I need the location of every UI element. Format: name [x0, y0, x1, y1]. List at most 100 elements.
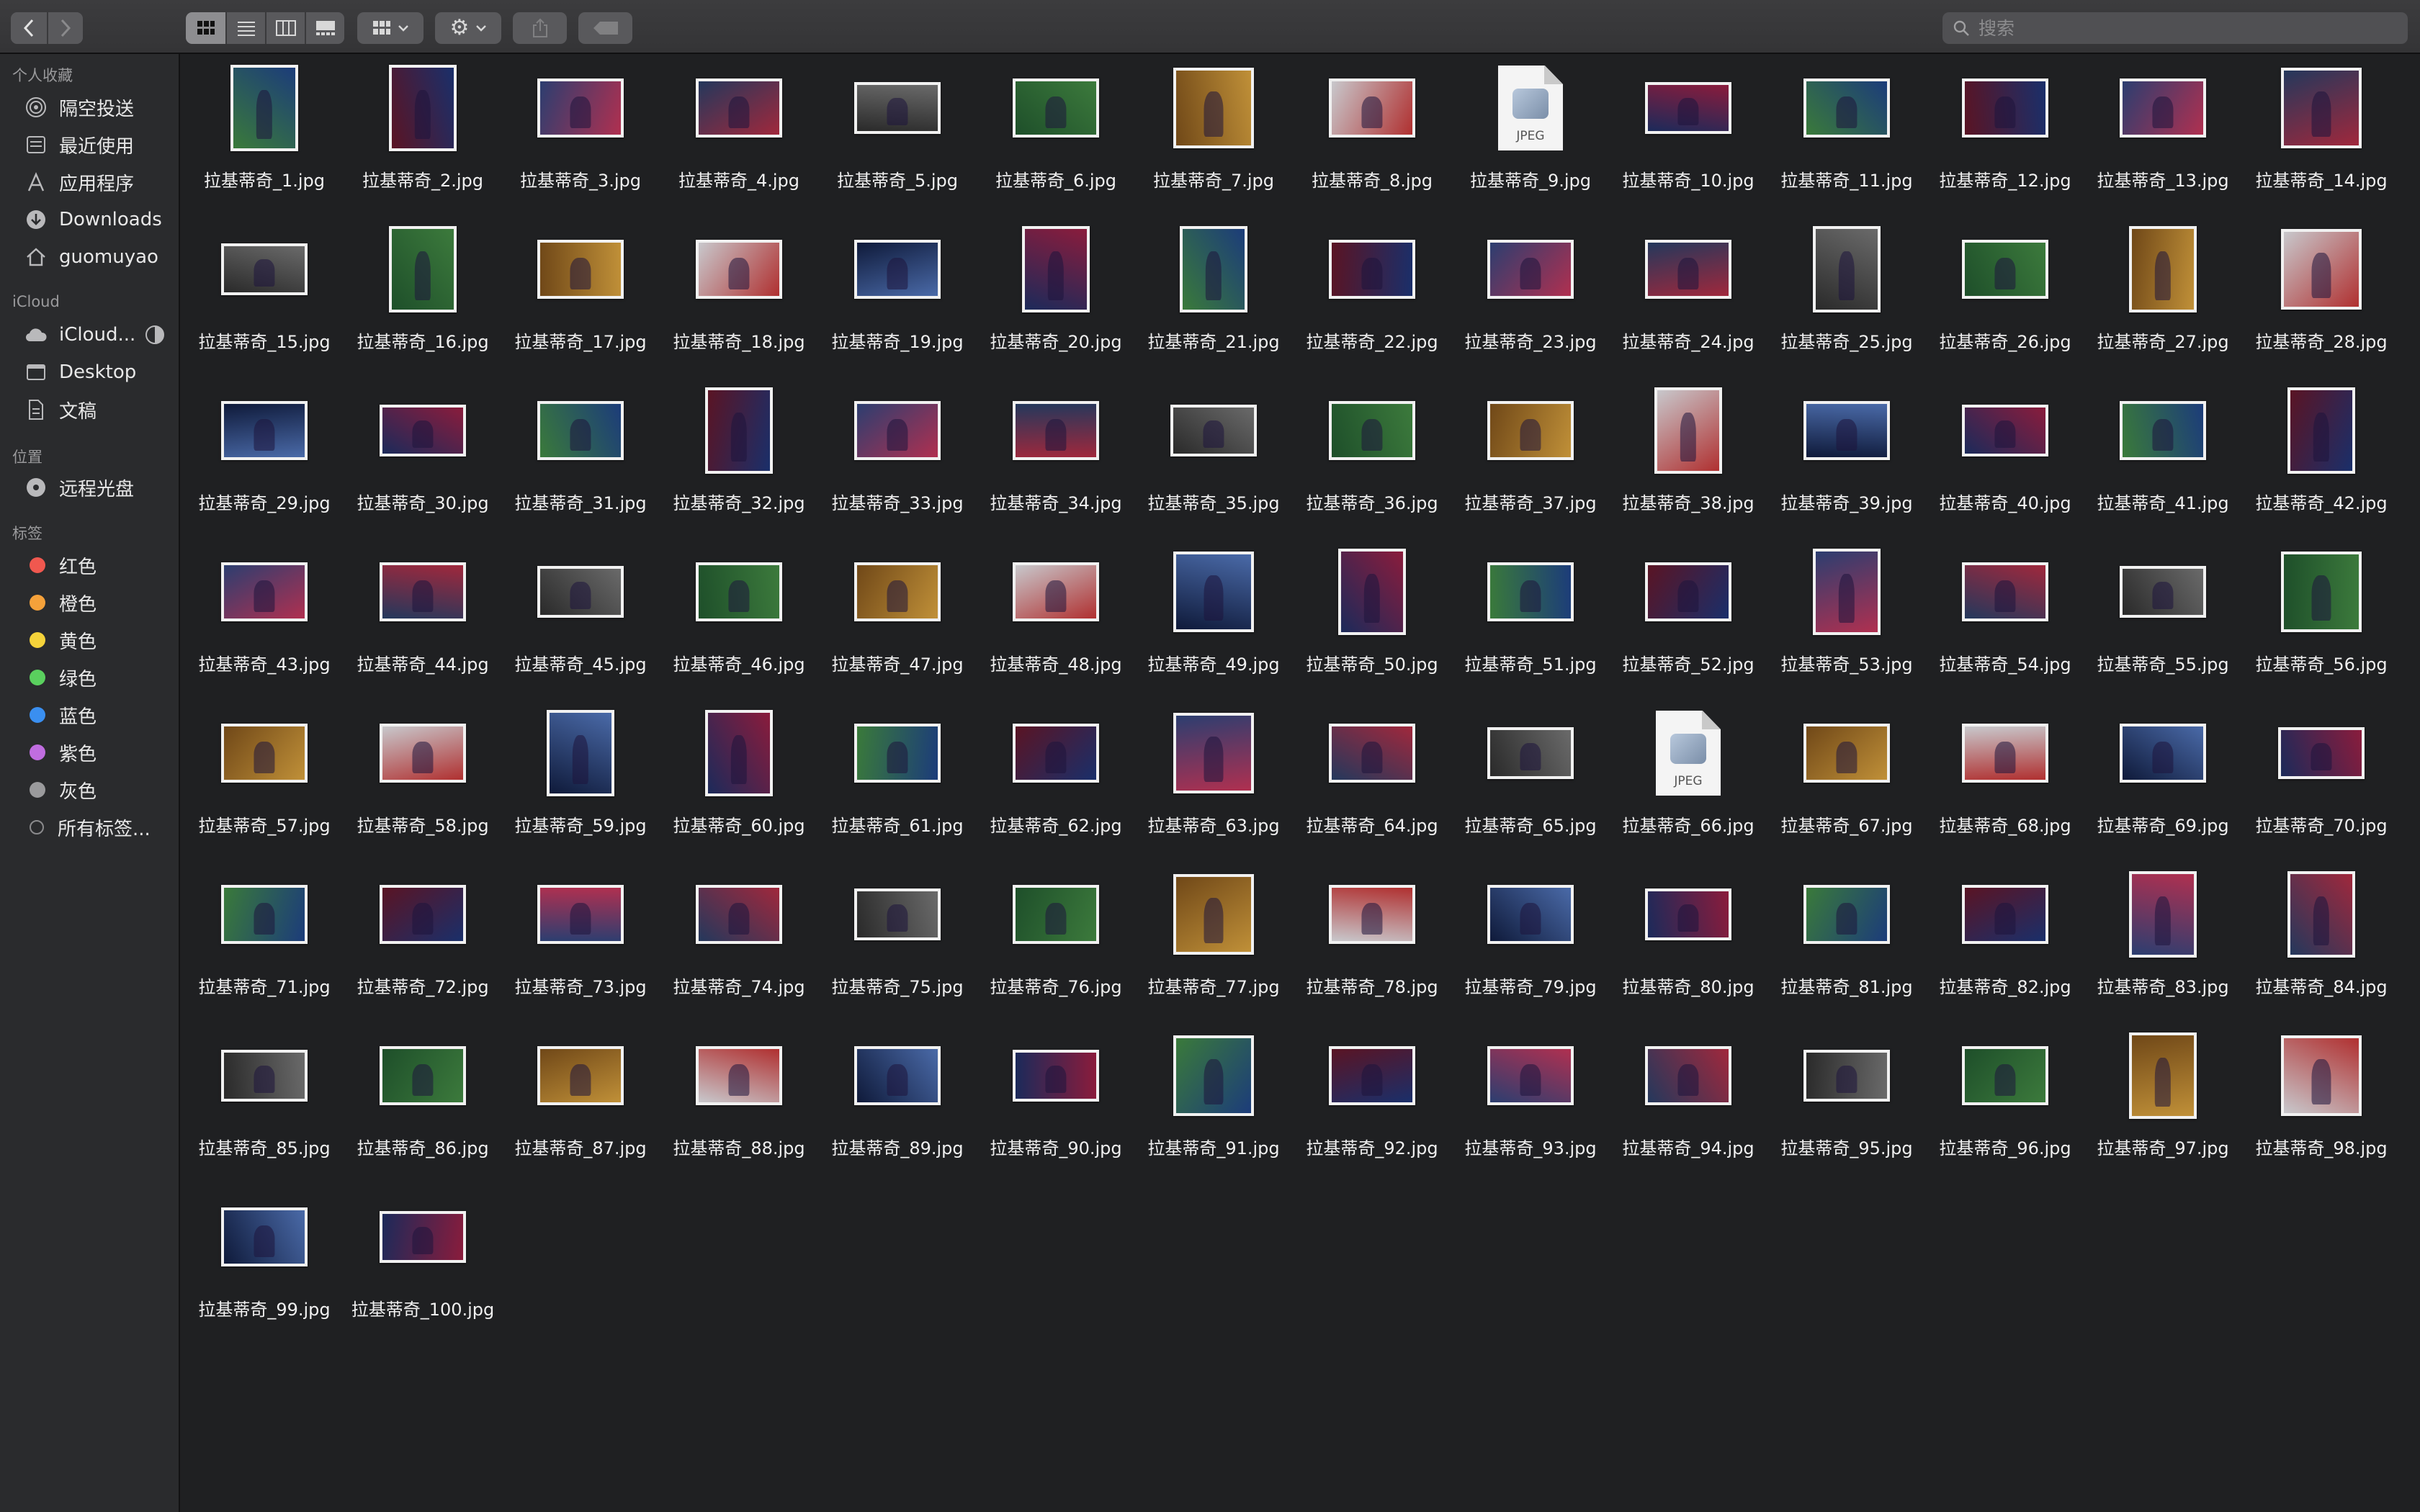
sidebar-tag-purple[interactable]: 紫色	[24, 735, 176, 770]
sidebar-item-desktop[interactable]: Desktop	[24, 355, 176, 390]
file-item[interactable]: 拉基蒂奇_45.jpg	[505, 538, 656, 699]
file-item[interactable]: 拉基蒂奇_62.jpg	[980, 699, 1131, 860]
file-item[interactable]: 拉基蒂奇_52.jpg	[1613, 538, 1764, 699]
file-item[interactable]: 拉基蒂奇_92.jpg	[1296, 1022, 1448, 1183]
file-item[interactable]: 拉基蒂奇_51.jpg	[1455, 538, 1606, 699]
file-item[interactable]: 拉基蒂奇_50.jpg	[1296, 538, 1448, 699]
file-item[interactable]: 拉基蒂奇_54.jpg	[1930, 538, 2081, 699]
file-item[interactable]: 拉基蒂奇_74.jpg	[663, 860, 815, 1022]
file-item[interactable]: 拉基蒂奇_67.jpg	[1771, 699, 1922, 860]
sidebar-item-applications[interactable]: 应用程序	[24, 165, 176, 199]
file-item[interactable]: 拉基蒂奇_86.jpg	[347, 1022, 498, 1183]
file-item[interactable]: 拉基蒂奇_68.jpg	[1930, 699, 2081, 860]
sidebar-tag-yellow[interactable]: 黄色	[24, 623, 176, 657]
file-item[interactable]: 拉基蒂奇_87.jpg	[505, 1022, 656, 1183]
file-item[interactable]: 拉基蒂奇_46.jpg	[663, 538, 815, 699]
file-item[interactable]: 拉基蒂奇_81.jpg	[1771, 860, 1922, 1022]
sidebar-item-downloads[interactable]: Downloads	[24, 202, 176, 237]
file-item[interactable]: 拉基蒂奇_34.jpg	[980, 377, 1131, 538]
sidebar-item-remote-disc[interactable]: 远程光盘	[24, 470, 176, 505]
file-item[interactable]: 拉基蒂奇_90.jpg	[980, 1022, 1131, 1183]
file-item[interactable]: 拉基蒂奇_91.jpg	[1138, 1022, 1289, 1183]
file-item[interactable]: 拉基蒂奇_48.jpg	[980, 538, 1131, 699]
file-item[interactable]: 拉基蒂奇_49.jpg	[1138, 538, 1289, 699]
file-item[interactable]: 拉基蒂奇_5.jpg	[822, 54, 973, 215]
file-item[interactable]: 拉基蒂奇_37.jpg	[1455, 377, 1606, 538]
file-item[interactable]: 拉基蒂奇_18.jpg	[663, 215, 815, 377]
file-item[interactable]: 拉基蒂奇_44.jpg	[347, 538, 498, 699]
file-item[interactable]: 拉基蒂奇_78.jpg	[1296, 860, 1448, 1022]
file-item[interactable]: 拉基蒂奇_88.jpg	[663, 1022, 815, 1183]
file-item[interactable]: 拉基蒂奇_58.jpg	[347, 699, 498, 860]
search-field[interactable]	[1942, 12, 2408, 44]
file-item[interactable]: 拉基蒂奇_27.jpg	[2087, 215, 2238, 377]
file-item[interactable]: 拉基蒂奇_95.jpg	[1771, 1022, 1922, 1183]
file-item[interactable]: 拉基蒂奇_40.jpg	[1930, 377, 2081, 538]
sidebar-item-documents[interactable]: 文稿	[24, 392, 176, 427]
file-item[interactable]: 拉基蒂奇_22.jpg	[1296, 215, 1448, 377]
file-item[interactable]: 拉基蒂奇_80.jpg	[1613, 860, 1764, 1022]
file-item[interactable]: 拉基蒂奇_47.jpg	[822, 538, 973, 699]
file-item[interactable]: 拉基蒂奇_63.jpg	[1138, 699, 1289, 860]
file-item[interactable]: 拉基蒂奇_20.jpg	[980, 215, 1131, 377]
file-item[interactable]: 拉基蒂奇_97.jpg	[2087, 1022, 2238, 1183]
file-item[interactable]: 拉基蒂奇_69.jpg	[2087, 699, 2238, 860]
file-item[interactable]: 拉基蒂奇_3.jpg	[505, 54, 656, 215]
file-item[interactable]: 拉基蒂奇_96.jpg	[1930, 1022, 2081, 1183]
file-item[interactable]: 拉基蒂奇_57.jpg	[189, 699, 340, 860]
file-item[interactable]: 拉基蒂奇_31.jpg	[505, 377, 656, 538]
sidebar-item-airdrop[interactable]: 隔空投送	[24, 90, 176, 125]
file-item[interactable]: 拉基蒂奇_13.jpg	[2087, 54, 2238, 215]
file-item[interactable]: 拉基蒂奇_15.jpg	[189, 215, 340, 377]
file-item[interactable]: 拉基蒂奇_39.jpg	[1771, 377, 1922, 538]
file-item[interactable]: 拉基蒂奇_99.jpg	[189, 1183, 340, 1344]
file-item[interactable]: 拉基蒂奇_75.jpg	[822, 860, 973, 1022]
sidebar-item-icloud-drive[interactable]: iCloud...	[24, 318, 176, 352]
file-item[interactable]: 拉基蒂奇_12.jpg	[1930, 54, 2081, 215]
file-item[interactable]: 拉基蒂奇_16.jpg	[347, 215, 498, 377]
sidebar-item-home[interactable]: guomuyao	[24, 240, 176, 274]
sidebar-tag-green[interactable]: 绿色	[24, 660, 176, 695]
file-item[interactable]: 拉基蒂奇_33.jpg	[822, 377, 973, 538]
file-item[interactable]: 拉基蒂奇_71.jpg	[189, 860, 340, 1022]
file-item[interactable]: 拉基蒂奇_24.jpg	[1613, 215, 1764, 377]
back-button[interactable]	[11, 12, 47, 44]
file-item[interactable]: 拉基蒂奇_6.jpg	[980, 54, 1131, 215]
file-item[interactable]: 拉基蒂奇_60.jpg	[663, 699, 815, 860]
file-item[interactable]: 拉基蒂奇_26.jpg	[1930, 215, 2081, 377]
search-input[interactable]	[1977, 17, 2383, 40]
file-item[interactable]: 拉基蒂奇_85.jpg	[189, 1022, 340, 1183]
file-item[interactable]: 拉基蒂奇_41.jpg	[2087, 377, 2238, 538]
file-item[interactable]: 拉基蒂奇_83.jpg	[2087, 860, 2238, 1022]
file-item[interactable]: 拉基蒂奇_23.jpg	[1455, 215, 1606, 377]
edit-tags-button[interactable]	[578, 12, 632, 44]
action-button[interactable]: ⚙	[435, 12, 501, 44]
file-item[interactable]: 拉基蒂奇_77.jpg	[1138, 860, 1289, 1022]
sidebar-tag-orange[interactable]: 橙色	[24, 585, 176, 620]
gallery-view-button[interactable]	[305, 12, 344, 44]
file-item[interactable]: 拉基蒂奇_2.jpg	[347, 54, 498, 215]
file-item[interactable]: 拉基蒂奇_30.jpg	[347, 377, 498, 538]
sidebar-tag-gray[interactable]: 灰色	[24, 773, 176, 807]
file-item[interactable]: 拉基蒂奇_42.jpg	[2246, 377, 2397, 538]
sidebar-all-tags[interactable]: 所有标签...	[24, 810, 176, 845]
file-item[interactable]: 拉基蒂奇_100.jpg	[347, 1183, 498, 1344]
file-item[interactable]: 拉基蒂奇_32.jpg	[663, 377, 815, 538]
sidebar-tag-blue[interactable]: 蓝色	[24, 698, 176, 732]
icon-view-button[interactable]	[186, 12, 225, 44]
file-item[interactable]: 拉基蒂奇_1.jpg	[189, 54, 340, 215]
file-item[interactable]: 拉基蒂奇_59.jpg	[505, 699, 656, 860]
file-item[interactable]: 拉基蒂奇_98.jpg	[2246, 1022, 2397, 1183]
file-item[interactable]: 拉基蒂奇_38.jpg	[1613, 377, 1764, 538]
file-item[interactable]: 拉基蒂奇_29.jpg	[189, 377, 340, 538]
column-view-button[interactable]	[265, 12, 305, 44]
sidebar-item-recents[interactable]: 最近使用	[24, 127, 176, 162]
file-item[interactable]: JPEG 拉基蒂奇_9.jpg	[1455, 54, 1606, 215]
file-item[interactable]: 拉基蒂奇_4.jpg	[663, 54, 815, 215]
file-item[interactable]: 拉基蒂奇_76.jpg	[980, 860, 1131, 1022]
file-item[interactable]: 拉基蒂奇_70.jpg	[2246, 699, 2397, 860]
file-item[interactable]: 拉基蒂奇_17.jpg	[505, 215, 656, 377]
group-by-button[interactable]	[357, 12, 424, 44]
file-item[interactable]: 拉基蒂奇_10.jpg	[1613, 54, 1764, 215]
file-item[interactable]: JPEG 拉基蒂奇_66.jpg	[1613, 699, 1764, 860]
